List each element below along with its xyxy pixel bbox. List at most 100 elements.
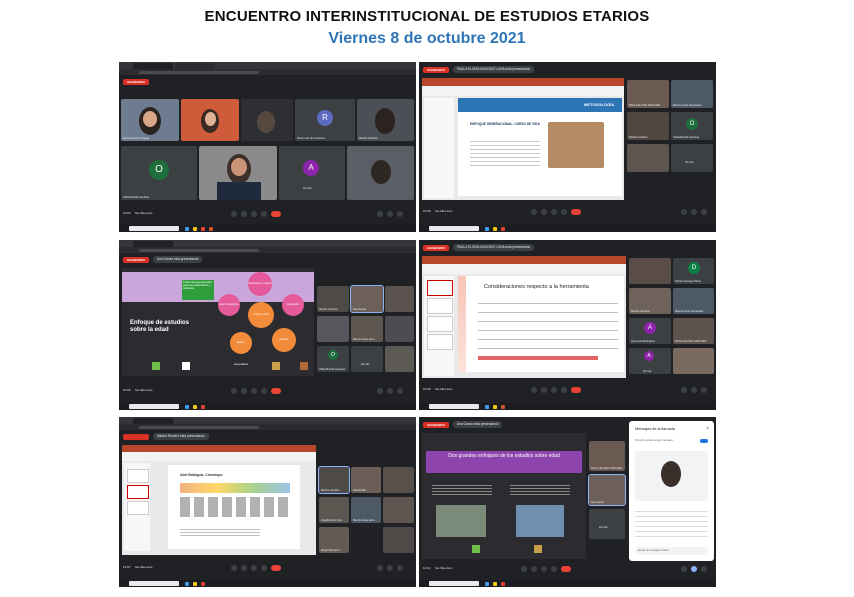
end-call-button[interactable]: [271, 388, 281, 394]
chrome-icon[interactable]: [501, 226, 505, 231]
windows-icon[interactable]: [185, 581, 189, 586]
browser-address-bar[interactable]: [119, 247, 416, 253]
chat-icon[interactable]: [387, 211, 393, 217]
participant-tile[interactable]: PAULA ELOISA SANCHEZ: [673, 318, 714, 344]
windows-icon[interactable]: [485, 581, 489, 586]
participant-tile[interactable]: Marcos Arias Hern...: [351, 316, 383, 342]
participant-tile[interactable]: [629, 258, 671, 284]
windows-icon[interactable]: [485, 226, 489, 231]
chrome-icon[interactable]: [201, 581, 205, 586]
participant-tile[interactable]: PAULA ELOISA SANCHEZ: [627, 80, 669, 108]
chat-icon[interactable]: [387, 565, 393, 571]
present-icon[interactable]: [251, 211, 257, 217]
participant-tile[interactable]: [383, 467, 414, 493]
chat-icon[interactable]: [691, 209, 697, 215]
participant-tile[interactable]: [347, 146, 414, 200]
activities-icon[interactable]: [701, 566, 707, 572]
more-options-icon[interactable]: [261, 388, 267, 394]
camera-icon[interactable]: [541, 387, 547, 393]
participant-tile-overflow[interactable]: 22 más: [589, 509, 625, 539]
participant-tile-presenter[interactable]: Ana Garcia: [588, 474, 626, 506]
mic-icon[interactable]: [231, 211, 237, 217]
participant-tile[interactable]: Danela Bill...: [351, 467, 381, 493]
activities-icon[interactable]: [701, 387, 707, 393]
windows-icon[interactable]: [485, 404, 489, 409]
camera-icon[interactable]: [531, 566, 537, 572]
participant-tile[interactable]: Martha Carolina: [318, 466, 350, 494]
camera-icon[interactable]: [241, 388, 247, 394]
more-options-icon[interactable]: [261, 211, 267, 217]
taskbar-search[interactable]: [129, 404, 179, 409]
participant-tile[interactable]: O Ofelia Bonilla Gamboa: [671, 112, 713, 140]
windows-icon[interactable]: [185, 226, 189, 231]
taskbar-search[interactable]: [129, 581, 179, 586]
participant-tile[interactable]: [199, 146, 277, 200]
participant-tile[interactable]: O Ofelia Bonilla Gamboa: [121, 146, 197, 200]
participant-tile[interactable]: Marcos Arias Hern...: [351, 497, 381, 523]
present-icon[interactable]: [551, 209, 557, 215]
browser-tab-strip[interactable]: [119, 62, 416, 69]
participant-tile[interactable]: Martha Carolina: [317, 286, 349, 312]
mic-icon[interactable]: [231, 565, 237, 571]
participant-tile[interactable]: PAULA ELOISA SANCHEZ: [589, 441, 625, 471]
participant-tile-overflow[interactable]: 18 más: [351, 346, 383, 372]
participant-tile[interactable]: Marcos Arias Hernandez: [671, 80, 713, 108]
participant-tile-presenter[interactable]: Ana Garcia: [350, 285, 384, 313]
end-call-button[interactable]: [271, 211, 281, 217]
folder-icon[interactable]: [493, 581, 497, 586]
participant-tile[interactable]: Martha Carolina: [627, 112, 669, 140]
people-icon[interactable]: [681, 209, 687, 215]
chrome-icon[interactable]: [201, 226, 205, 231]
camera-icon[interactable]: [241, 211, 247, 217]
participant-tile[interactable]: Martha Carolina: [357, 99, 414, 141]
participant-tile[interactable]: Marcos Arias Hernandez: [673, 288, 714, 314]
more-options-icon[interactable]: [561, 209, 567, 215]
taskbar-search[interactable]: [129, 226, 179, 231]
participant-tile[interactable]: A Ana Lucia Rodriguez: [629, 318, 671, 344]
participant-tile[interactable]: [627, 144, 669, 172]
people-icon[interactable]: [681, 387, 687, 393]
close-icon[interactable]: ×: [706, 426, 709, 432]
more-options-icon[interactable]: [561, 387, 567, 393]
mic-icon[interactable]: [231, 388, 237, 394]
end-call-button[interactable]: [571, 387, 581, 393]
participant-tile[interactable]: Mercedes Ruiz Ortega: [121, 99, 179, 141]
participant-tile[interactable]: O Ofelia Bonilla Gamboa: [317, 346, 349, 372]
mic-icon[interactable]: [531, 387, 537, 393]
participant-tile[interactable]: R Rosio mita de la barrera: [295, 99, 355, 141]
mic-icon[interactable]: [521, 566, 527, 572]
end-call-button[interactable]: [561, 566, 571, 572]
participant-tile[interactable]: [181, 99, 239, 141]
browser-address-bar[interactable]: [119, 424, 416, 430]
participant-tile[interactable]: Martha Carolina: [629, 288, 671, 314]
taskbar-search[interactable]: [429, 404, 479, 409]
chat-icon[interactable]: [387, 388, 393, 394]
folder-icon[interactable]: [193, 226, 197, 231]
folder-icon[interactable]: [493, 226, 497, 231]
taskbar-search[interactable]: [429, 581, 479, 586]
activities-icon[interactable]: [397, 211, 403, 217]
browser-tab-strip[interactable]: [119, 417, 416, 424]
participant-tile[interactable]: [383, 527, 414, 553]
end-call-button[interactable]: [571, 209, 581, 215]
taskbar-search[interactable]: [429, 226, 479, 231]
participant-tile[interactable]: Angélica Ruiz Her...: [319, 497, 349, 523]
browser-address-bar[interactable]: [119, 69, 416, 75]
chat-permission-toggle[interactable]: [700, 439, 708, 443]
mic-icon[interactable]: [531, 209, 537, 215]
participant-tile[interactable]: [241, 99, 293, 141]
folder-icon[interactable]: [493, 404, 497, 409]
end-call-button[interactable]: [271, 565, 281, 571]
participant-tile[interactable]: Edgar Maroquin...: [319, 527, 349, 553]
browser-tab-strip[interactable]: [119, 240, 416, 247]
participant-tile[interactable]: [385, 316, 414, 342]
chat-icon[interactable]: [691, 566, 697, 572]
people-icon[interactable]: [377, 388, 383, 394]
chat-input[interactable]: Enviar un mensaje a todos: [635, 547, 708, 555]
participant-tile[interactable]: [385, 286, 414, 312]
present-icon[interactable]: [251, 388, 257, 394]
people-icon[interactable]: [681, 566, 687, 572]
chrome-icon[interactable]: [501, 581, 505, 586]
participant-tile[interactable]: [383, 497, 414, 523]
camera-icon[interactable]: [241, 565, 247, 571]
